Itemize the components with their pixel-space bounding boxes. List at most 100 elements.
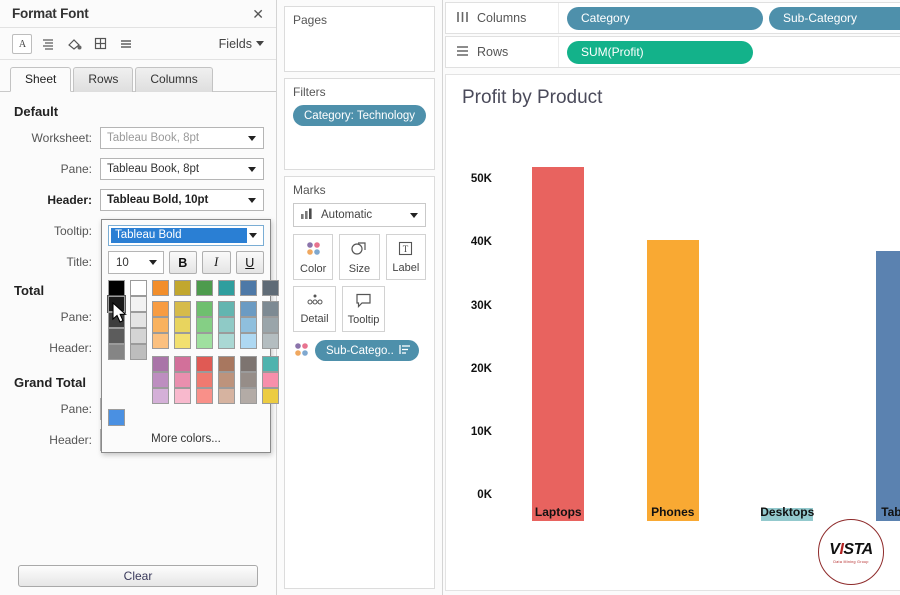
chart-canvas[interactable]: Profit by Product 0K 10K 20K 30K 40K 50K Lapt… <box>445 74 900 591</box>
alignment-icon[interactable] <box>38 34 58 54</box>
detail-button[interactable]: Detail <box>293 286 336 332</box>
field-label-tooltip: Tooltip: <box>53 224 92 238</box>
x-axis-tick-label[interactable]: Phones <box>651 505 694 519</box>
color-swatch[interactable] <box>262 317 279 333</box>
color-swatch[interactable] <box>130 280 147 296</box>
color-swatch[interactable] <box>240 372 257 388</box>
fields-dropdown[interactable]: Fields <box>219 37 264 51</box>
bar-mark[interactable] <box>646 239 699 521</box>
color-swatch[interactable] <box>218 333 235 349</box>
more-colors-button[interactable]: More colors... <box>108 426 264 450</box>
color-swatch[interactable] <box>196 372 213 388</box>
color-swatch[interactable] <box>240 280 257 296</box>
italic-button[interactable]: I <box>202 251 231 274</box>
color-swatch[interactable] <box>196 317 213 333</box>
color-swatch[interactable] <box>174 280 191 296</box>
marks-buttons-row-1: Color Size T Label <box>293 234 426 280</box>
color-swatch[interactable] <box>152 280 169 296</box>
color-swatch[interactable] <box>262 301 279 317</box>
font-size-dropdown[interactable]: 10 <box>108 251 164 274</box>
color-swatch[interactable] <box>196 388 213 404</box>
mark-type-dropdown[interactable]: Automatic <box>293 203 426 227</box>
pill-sum-profit[interactable]: SUM(Profit) <box>567 40 753 64</box>
close-icon[interactable]: ✕ <box>248 5 268 23</box>
bar-mark[interactable] <box>532 167 585 521</box>
color-swatch[interactable] <box>152 372 169 388</box>
borders-icon[interactable] <box>90 34 110 54</box>
field-row-worksheet: Worksheet: Tableau Book, 8pt <box>12 127 264 149</box>
color-swatch[interactable] <box>196 356 213 372</box>
pane-font-dropdown[interactable]: Tableau Book, 8pt <box>100 158 264 180</box>
color-swatch[interactable] <box>262 388 279 404</box>
columns-shelf[interactable]: Columns Category Sub-Category <box>445 2 900 34</box>
color-swatch[interactable] <box>262 372 279 388</box>
shading-icon[interactable] <box>64 34 84 54</box>
x-axis-tick-label[interactable]: Tablets <box>881 505 900 519</box>
color-swatch[interactable] <box>196 280 213 296</box>
font-name-combobox[interactable]: Tableau Bold <box>108 225 264 246</box>
underline-button[interactable]: U <box>235 251 265 274</box>
color-swatch[interactable] <box>240 356 257 372</box>
font-A-icon[interactable]: A <box>12 33 32 54</box>
tab-sheet[interactable]: Sheet <box>10 67 72 92</box>
tab-rows[interactable]: Rows <box>73 67 134 92</box>
header-font-value: Tableau Bold, 10pt <box>107 194 209 206</box>
label-button[interactable]: T Label <box>385 234 426 280</box>
color-swatch[interactable] <box>130 344 147 360</box>
color-swatch[interactable] <box>174 333 191 349</box>
size-button[interactable]: Size <box>339 234 380 280</box>
color-swatch[interactable] <box>218 301 235 317</box>
color-swatch[interactable] <box>218 388 235 404</box>
color-swatch[interactable] <box>262 356 279 372</box>
tooltip-button[interactable]: Tooltip <box>342 286 385 332</box>
color-swatch[interactable] <box>130 312 147 328</box>
bar-mark[interactable] <box>875 251 900 521</box>
color-swatch[interactable] <box>174 356 191 372</box>
swatch-group-gap <box>174 349 191 356</box>
color-swatch[interactable] <box>130 328 147 344</box>
color-swatch[interactable] <box>108 280 125 296</box>
color-swatch[interactable] <box>240 388 257 404</box>
pill-category[interactable]: Category <box>567 6 763 30</box>
color-swatch[interactable] <box>152 301 169 317</box>
color-swatch[interactable] <box>218 372 235 388</box>
lines-icon[interactable] <box>116 34 136 54</box>
filters-card[interactable]: Filters Category: Technology <box>284 78 435 170</box>
color-swatch[interactable] <box>174 372 191 388</box>
header-font-dropdown[interactable]: Tableau Bold, 10pt <box>100 189 264 211</box>
x-axis-tick-label[interactable]: Laptops <box>535 505 582 519</box>
color-swatch[interactable] <box>152 333 169 349</box>
clear-button[interactable]: Clear <box>18 565 258 587</box>
color-swatch[interactable] <box>174 301 191 317</box>
filter-pill-category[interactable]: Category: Technology <box>293 105 427 126</box>
color-swatch[interactable] <box>262 333 279 349</box>
pill-sub-category[interactable]: Sub-Category <box>769 6 900 30</box>
color-swatch[interactable] <box>262 280 279 296</box>
accent-color-swatch[interactable] <box>108 409 125 426</box>
color-swatch[interactable] <box>240 317 257 333</box>
color-swatch[interactable] <box>218 317 235 333</box>
color-swatch[interactable] <box>152 388 169 404</box>
rows-shelf[interactable]: Rows SUM(Profit) <box>445 36 900 68</box>
color-swatch[interactable] <box>218 280 235 296</box>
color-swatch[interactable] <box>240 333 257 349</box>
tab-columns[interactable]: Columns <box>135 67 213 92</box>
color-button[interactable]: Color <box>293 234 334 280</box>
color-swatch[interactable] <box>152 356 169 372</box>
color-swatch[interactable] <box>108 344 125 360</box>
color-swatch[interactable] <box>108 328 125 344</box>
color-swatch[interactable] <box>196 333 213 349</box>
filters-card-title: Filters <box>293 85 326 99</box>
marks-pill-sub-category[interactable]: Sub-Catego.. <box>315 340 419 361</box>
color-swatch[interactable] <box>174 317 191 333</box>
color-swatch[interactable] <box>130 296 147 312</box>
x-axis-tick-label[interactable]: Desktops <box>760 505 814 519</box>
worksheet-font-dropdown[interactable]: Tableau Book, 8pt <box>100 127 264 149</box>
color-swatch[interactable] <box>196 301 213 317</box>
color-swatch[interactable] <box>152 317 169 333</box>
bold-button[interactable]: B <box>168 251 198 274</box>
color-swatch[interactable] <box>240 301 257 317</box>
color-swatch[interactable] <box>218 356 235 372</box>
pages-card[interactable]: Pages <box>284 6 435 72</box>
color-swatch[interactable] <box>174 388 191 404</box>
